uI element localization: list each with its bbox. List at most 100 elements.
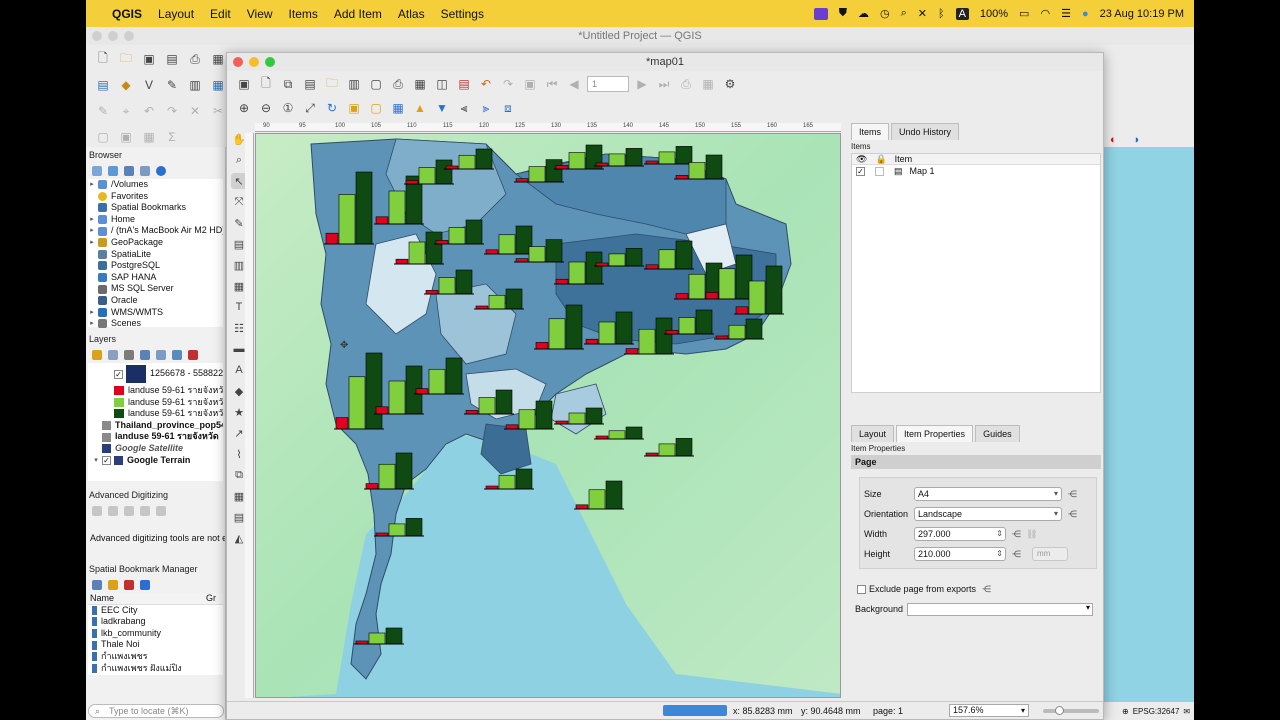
item-visible-checkbox[interactable]: ✓: [856, 166, 865, 176]
expand-arrow-icon[interactable]: ▸: [88, 318, 96, 330]
map-item[interactable]: [256, 134, 841, 698]
items-col-item[interactable]: Item: [895, 154, 913, 164]
duplicate-layout-icon[interactable]: ⧉: [279, 75, 297, 93]
browser-item[interactable]: ▸ / (tnA's MacBook Air M2 HD): [88, 225, 223, 237]
plugin-icon[interactable]: ◑: [1133, 134, 1140, 146]
info-icon[interactable]: [156, 166, 166, 176]
tab-item-properties[interactable]: Item Properties: [896, 425, 974, 442]
exclude-override-icon[interactable]: ⋲: [982, 584, 996, 595]
items-row-map[interactable]: ✓ ▤ Map 1: [852, 165, 1100, 177]
unit-select[interactable]: mm: [1032, 547, 1068, 561]
layer-item[interactable]: landuse 59-61 รายจังหวัด: [88, 431, 223, 443]
orientation-override-icon[interactable]: ⋲: [1068, 509, 1082, 520]
distribute-icon[interactable]: ⫸: [477, 99, 495, 117]
attribute-table-icon[interactable]: ▦: [140, 128, 158, 146]
zoom-actual-icon[interactable]: ①: [279, 99, 297, 117]
orientation-select[interactable]: Landscape: [914, 507, 1062, 521]
keyboard-input-icon[interactable]: A: [955, 7, 969, 20]
qgis-map-canvas-edge[interactable]: ◐ ◑: [1104, 133, 1194, 707]
collapse-icon[interactable]: [140, 166, 150, 176]
tab-undo-history[interactable]: Undo History: [891, 123, 960, 140]
tab-guides[interactable]: Guides: [975, 425, 1020, 442]
layer-item[interactable]: ✓ 1256678 - 558822: [88, 363, 223, 385]
next-feature-icon[interactable]: ▶: [633, 75, 651, 93]
collapse-all-icon[interactable]: [172, 350, 182, 360]
browser-item[interactable]: SpatiaLite: [88, 249, 223, 261]
add-selected-icon[interactable]: [92, 166, 102, 176]
browser-item[interactable]: ▸ WMS/WMTS: [88, 307, 223, 319]
expand-arrow-icon[interactable]: ▸: [88, 237, 96, 249]
digitize-lock-icon[interactable]: [92, 506, 102, 516]
layer-filter-icon[interactable]: [140, 350, 150, 360]
resize-icon[interactable]: ⧈: [499, 99, 517, 117]
item-lock-checkbox[interactable]: [875, 166, 884, 176]
battery-percent[interactable]: 100%: [980, 8, 1008, 20]
browser-item[interactable]: ▸ /Volumes: [88, 179, 223, 191]
export-svg-icon[interactable]: ◫: [433, 75, 451, 93]
menu-layout[interactable]: Layout: [158, 7, 194, 21]
layer-visible-checkbox[interactable]: ✓: [114, 369, 123, 379]
expand-arrow-icon[interactable]: ▸: [88, 225, 96, 237]
bluetooth-icon[interactable]: ᛒ: [938, 8, 945, 20]
width-spinbox[interactable]: 297.000: [914, 527, 1006, 541]
expand-arrow-icon[interactable]: ▾: [92, 455, 100, 467]
siri-icon[interactable]: ●: [1082, 8, 1089, 20]
messages-icon[interactable]: ✉: [1183, 707, 1190, 716]
previous-feature-icon[interactable]: ◀: [565, 75, 583, 93]
atlas-settings-icon[interactable]: ⚙: [721, 75, 739, 93]
browser-item[interactable]: MS SQL Server: [88, 283, 223, 295]
zoom-slider[interactable]: [1043, 705, 1100, 715]
undo-icon[interactable]: ↶: [477, 75, 495, 93]
background-symbol-button[interactable]: ▾: [907, 602, 1093, 616]
digitize-icon[interactable]: ✎: [163, 76, 181, 94]
layer-visible-checkbox[interactable]: ✓: [102, 455, 111, 465]
search-icon[interactable]: ⌕: [901, 7, 907, 20]
layer-style-icon[interactable]: [92, 350, 102, 360]
add-wms-icon[interactable]: ▦: [209, 76, 227, 94]
filter-icon[interactable]: [124, 166, 134, 176]
atlas-page-field[interactable]: 1: [587, 76, 629, 92]
minimize-icon[interactable]: [249, 57, 259, 67]
atlas-export-icon[interactable]: ▦: [699, 75, 717, 93]
open-project-icon[interactable]: 🗀: [117, 50, 135, 68]
exclude-label[interactable]: Exclude page from exports: [869, 584, 976, 594]
bookmark-item[interactable]: กำแพงเพชร ฝั่งแม่ปิง: [88, 663, 223, 675]
delete-icon[interactable]: ✕: [186, 102, 204, 120]
expand-arrow-icon[interactable]: ▸: [88, 307, 96, 319]
zoom-in-icon[interactable]: ⊕: [235, 99, 253, 117]
add-mesh-icon[interactable]: ▥: [186, 76, 204, 94]
menu-edit[interactable]: Edit: [210, 7, 231, 21]
cut-icon[interactable]: ✂: [209, 102, 227, 120]
last-feature-icon[interactable]: ⏭: [655, 75, 673, 93]
layer-item[interactable]: landuse 59-61 รายจังหวัด: [88, 397, 223, 409]
menu-view[interactable]: View: [247, 7, 273, 21]
atlas-toggle-icon[interactable]: ▣: [521, 75, 539, 93]
toggle-edit-icon[interactable]: ✎: [94, 102, 112, 120]
bookmarks-col-group[interactable]: Gr: [206, 593, 216, 604]
zoom-full-icon[interactable]: ⤢: [301, 99, 319, 117]
wifi-icon[interactable]: ◠: [1040, 7, 1050, 20]
zoom-out-icon[interactable]: ⊖: [257, 99, 275, 117]
menu-add-item[interactable]: Add Item: [334, 7, 382, 21]
new-bookmark-icon[interactable]: [108, 580, 118, 590]
height-spinbox[interactable]: 210.000: [914, 547, 1006, 561]
browser-item[interactable]: SAP HANA: [88, 272, 223, 284]
locator-search-input[interactable]: ⌕ Type to locate (⌘K): [88, 704, 224, 718]
new-project-icon[interactable]: 🗋: [94, 50, 112, 68]
expand-icon[interactable]: [156, 350, 166, 360]
export-image-icon[interactable]: ▦: [411, 75, 429, 93]
save-layout-icon[interactable]: ▣: [235, 75, 253, 93]
export-pdf-icon[interactable]: ▤: [455, 75, 473, 93]
mute-icon[interactable]: ✕: [918, 7, 927, 20]
browser-item[interactable]: ▸ Scenes: [88, 318, 223, 330]
item-label[interactable]: Map 1: [910, 166, 935, 176]
deselect-icon[interactable]: ▣: [117, 128, 135, 146]
lower-item-icon[interactable]: ▼: [433, 99, 451, 117]
bookmark-item[interactable]: กำแพงเพชร: [88, 651, 223, 663]
width-override-icon[interactable]: ⋲: [1012, 529, 1026, 540]
crs-label[interactable]: EPSG:32647: [1133, 707, 1180, 716]
first-feature-icon[interactable]: ⏮: [543, 75, 561, 93]
close-icon[interactable]: [92, 31, 102, 41]
size-select[interactable]: A4: [914, 487, 1062, 501]
layer-item[interactable]: Google Satellite: [88, 443, 223, 455]
